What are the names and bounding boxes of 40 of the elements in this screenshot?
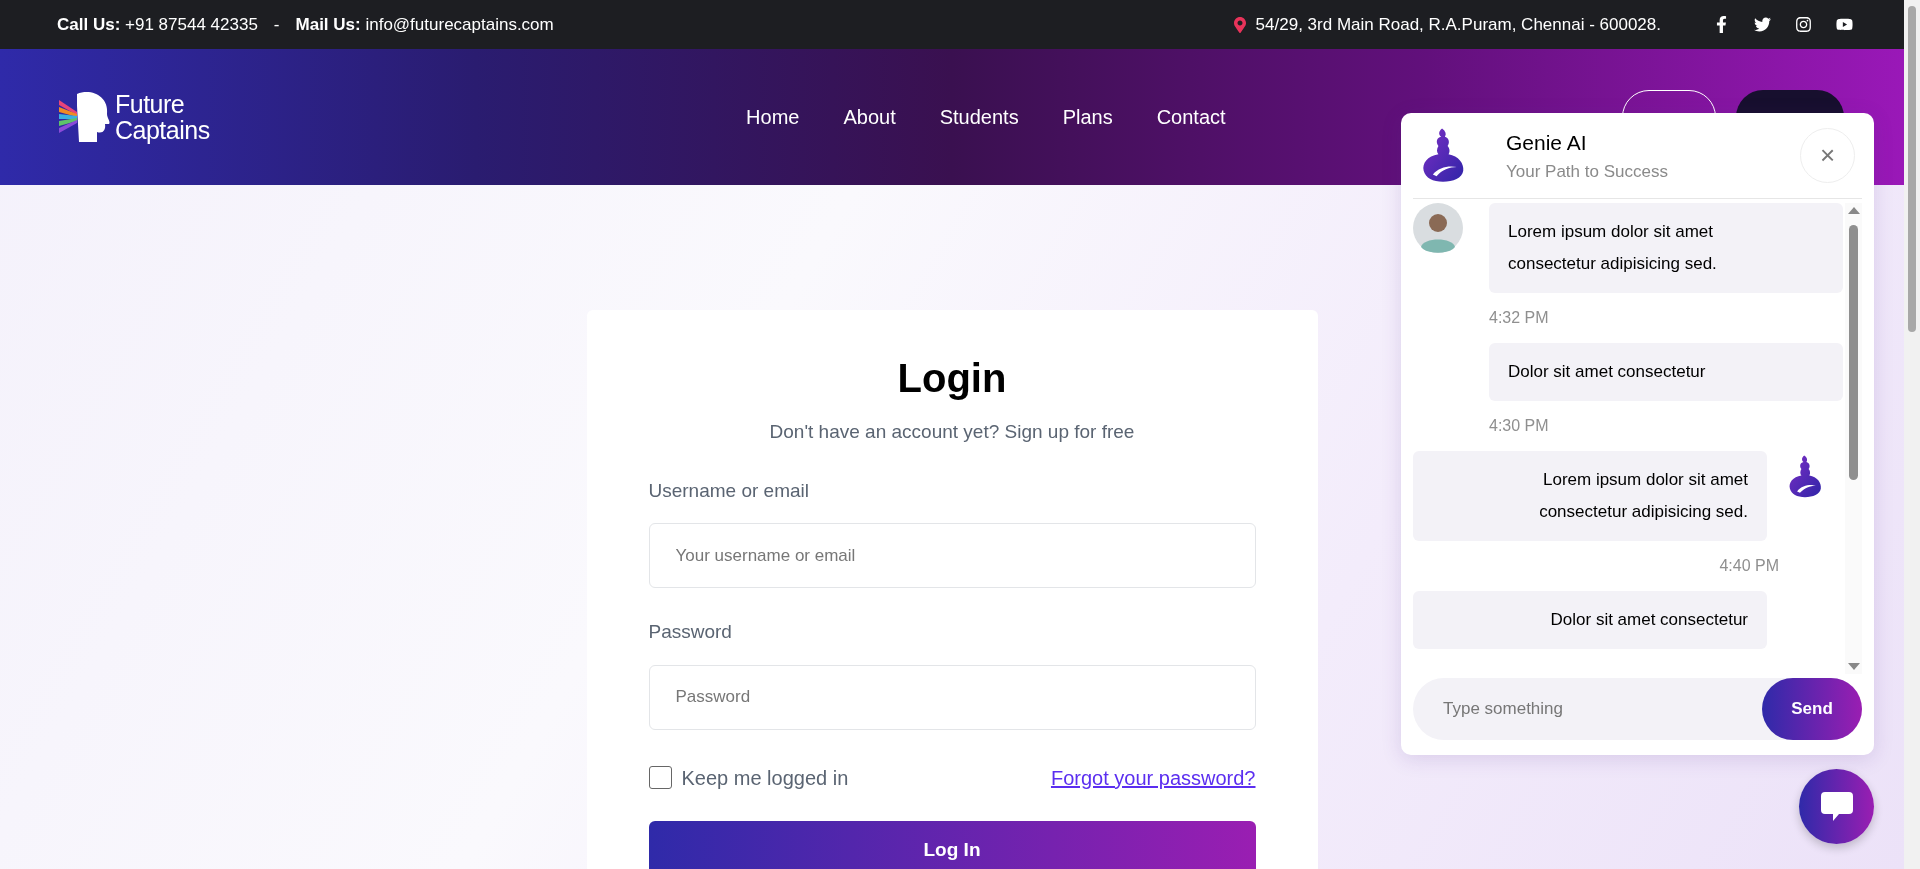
- chat-scrollbar[interactable]: [1845, 203, 1862, 674]
- checkbox[interactable]: [648, 766, 672, 789]
- logo-text: Captains: [115, 117, 210, 143]
- message-field[interactable]: Type something Send: [1413, 678, 1862, 740]
- nav-link[interactable]: About: [843, 102, 896, 132]
- chat-bubble-icon: [1820, 791, 1853, 822]
- location-pin-icon: [1233, 16, 1246, 33]
- nav-link[interactable]: Students: [939, 102, 1019, 132]
- separator-text: -: [273, 13, 280, 36]
- input-field[interactable]: Password: [648, 664, 1256, 730]
- message-bubble: Dolor sit amet consectetur: [1489, 343, 1843, 401]
- submit-button[interactable]: Log In: [648, 820, 1256, 869]
- nav-link[interactable]: Contact: [1156, 102, 1226, 132]
- send-button[interactable]: Send: [1762, 678, 1862, 740]
- address-text: 54/29, 3rd Main Road, R.A.Puram, Chennai - 600028.: [1255, 13, 1661, 36]
- twitter-icon[interactable]: [1754, 16, 1771, 33]
- logo-text: Future: [115, 91, 186, 117]
- login-title: Login: [896, 355, 1008, 402]
- chat-title: Genie AI: [1506, 130, 1588, 156]
- message-input[interactable]: Type something: [1413, 696, 1762, 722]
- message-bubble: Dolor sit amet consectetur: [1413, 591, 1767, 649]
- page-scrollbar[interactable]: [1904, 0, 1920, 869]
- nav-link[interactable]: Plans: [1062, 102, 1113, 132]
- youtube-icon[interactable]: [1836, 16, 1853, 33]
- input-field[interactable]: Your username or email: [648, 523, 1256, 588]
- message-time: 4:30 PM: [1489, 416, 1550, 436]
- message-time: 4:40 PM: [1719, 556, 1779, 576]
- email-text: Mail Us: info@futurecaptains.com: [295, 13, 554, 36]
- instagram-icon[interactable]: [1795, 16, 1812, 33]
- nav-link[interactable]: Home: [746, 102, 800, 132]
- phone-text: Call Us: +91 87544 42335: [57, 13, 258, 36]
- field-label: Password: [648, 620, 733, 644]
- message-time: 4:32 PM: [1489, 308, 1550, 328]
- message-bubble: Lorem ipsum dolor sit amet consectetur adipisicing sed.: [1489, 203, 1843, 293]
- message-bubble: Lorem ipsum dolor sit amet consectetur adipisicing sed.: [1413, 451, 1767, 541]
- chat-subtitle: Your Path to Success: [1506, 160, 1669, 183]
- field-label: Username or email: [648, 478, 810, 503]
- checkbox-label: Keep me logged in: [681, 765, 849, 791]
- signup-prompt: Don't have an account yet? Sign up for free: [768, 420, 1136, 444]
- forgot-password-link[interactable]: Forgot your password?: [1050, 762, 1256, 793]
